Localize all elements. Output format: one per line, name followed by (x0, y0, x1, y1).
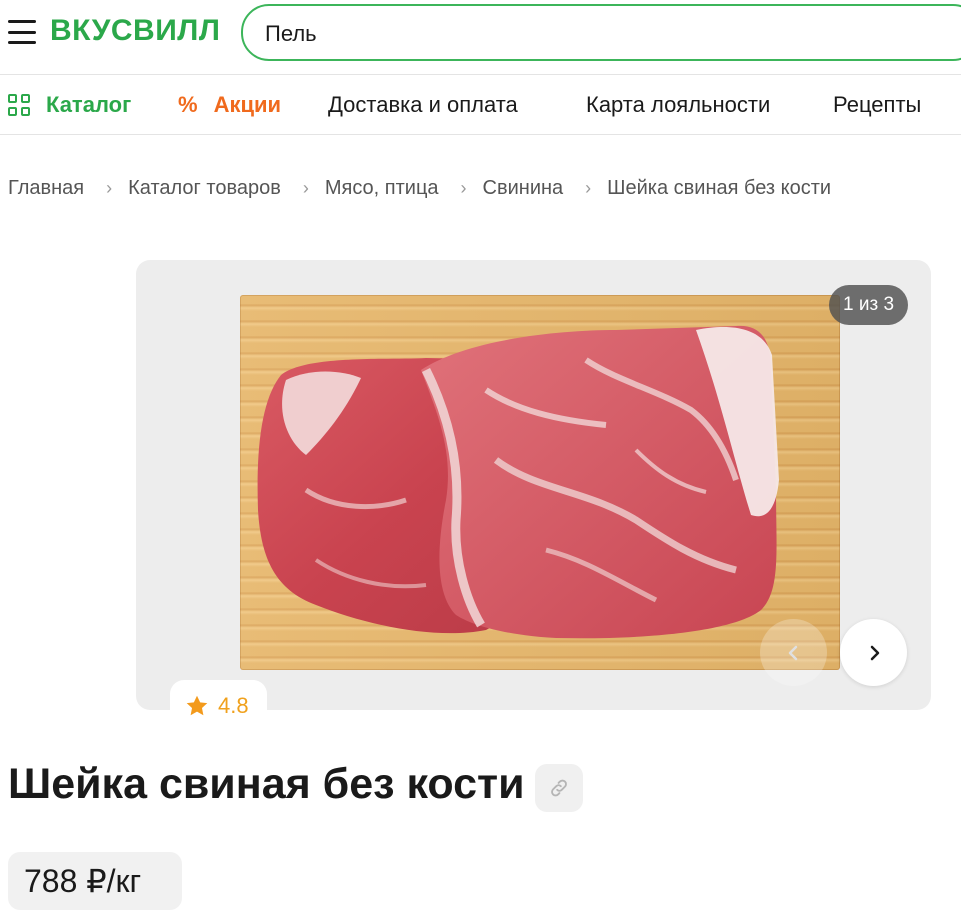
chevron-right-icon: › (585, 178, 592, 198)
hamburger-menu-icon[interactable] (8, 20, 36, 44)
star-icon (186, 695, 208, 716)
grid-icon (8, 94, 30, 116)
copy-link-button[interactable] (535, 764, 583, 812)
product-title: Шейка свиная без кости (8, 760, 525, 808)
breadcrumb-catalog[interactable]: Каталог товаров (128, 177, 281, 200)
main-nav: Каталог % Акции Доставка и оплата Карта … (0, 75, 961, 134)
link-icon (551, 779, 567, 797)
nav-item-loyalty[interactable]: Карта лояльности (586, 92, 770, 118)
product-image-gallery[interactable]: 1 из 3 (136, 260, 931, 710)
chevron-right-icon: › (302, 178, 309, 198)
breadcrumb-home[interactable]: Главная (8, 177, 84, 200)
nav-item-catalog[interactable]: Каталог (8, 92, 131, 118)
search-input[interactable] (265, 20, 945, 48)
gallery-next-button[interactable] (840, 619, 907, 686)
image-counter: 1 из 3 (829, 285, 909, 325)
chevron-right-icon: › (460, 178, 467, 198)
chevron-right-icon (870, 645, 879, 660)
site-header: ВКУСВИЛЛ (0, 0, 961, 66)
breadcrumb-pork[interactable]: Свинина (483, 177, 564, 200)
nav-item-delivery[interactable]: Доставка и оплата (328, 92, 518, 118)
rating-value: 4.8 (218, 693, 249, 718)
product-price: 788 ₽/кг (8, 852, 182, 910)
breadcrumb: Главная › Каталог товаров › Мясо, птица … (8, 177, 831, 200)
site-logo[interactable]: ВКУСВИЛЛ (50, 14, 220, 48)
breadcrumb-meat[interactable]: Мясо, птица (325, 177, 439, 200)
chevron-left-icon (788, 645, 797, 660)
nav-item-sales[interactable]: % Акции (178, 92, 281, 118)
chevron-right-icon: › (106, 178, 113, 198)
nav-catalog-label: Каталог (46, 92, 132, 117)
nav-divider (0, 134, 961, 135)
gallery-prev-button[interactable] (760, 619, 827, 686)
nav-sales-label: Акции (213, 92, 282, 117)
search-bar[interactable] (241, 4, 961, 61)
breadcrumb-current: Шейка свиная без кости (607, 177, 832, 199)
rating-badge[interactable]: 4.8 (170, 680, 267, 732)
nav-item-recipes[interactable]: Рецепты (833, 92, 921, 118)
percent-icon: % (178, 92, 198, 117)
